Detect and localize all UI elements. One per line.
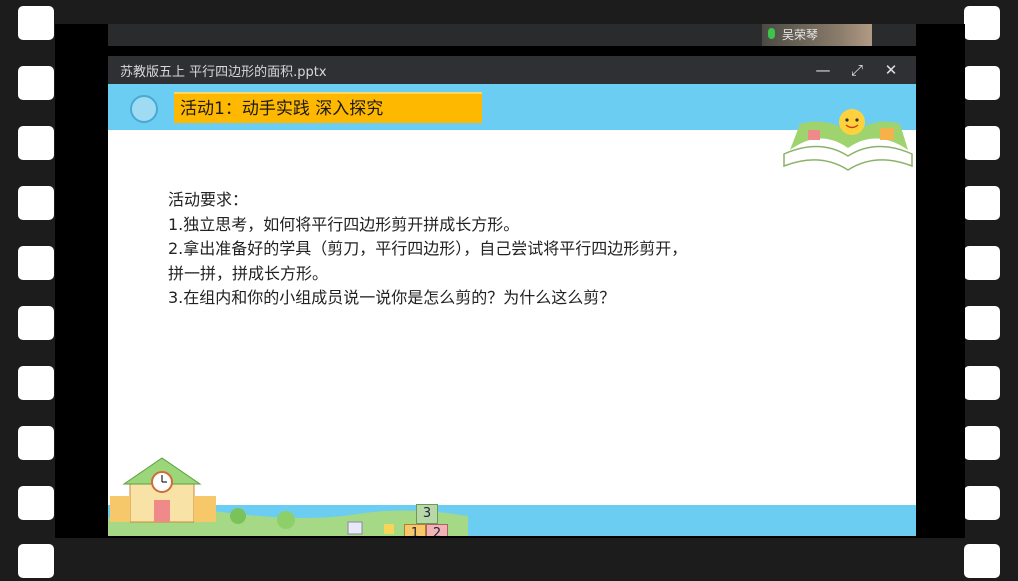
open-book-illustration	[783, 109, 913, 171]
requirement-item: 2.拿出准备好的学具（剪刀，平行四边形），自己尝试将平行四边形剪开，	[168, 239, 688, 258]
film-perforation	[964, 306, 1000, 340]
speaker-name: 吴荣琴	[782, 28, 819, 42]
film-perforation	[18, 186, 54, 220]
film-perforation	[964, 246, 1000, 280]
close-button[interactable]: ✕	[880, 59, 902, 81]
requirements-heading: 活动要求：	[168, 190, 249, 209]
minimize-button[interactable]: —	[812, 59, 834, 81]
film-perforation	[18, 486, 54, 520]
video-screen: 吴荣琴 苏教版五上 平行四边形的面积.pptx — ⤢ ✕ 活动1：动手实践 深…	[55, 24, 965, 538]
film-perforation	[964, 126, 1000, 160]
film-perforation	[18, 6, 54, 40]
requirement-item: 3.在组内和你的小组成员说一说你是怎么剪的？为什么这么剪？	[168, 288, 616, 307]
video-top-bar: 吴荣琴	[108, 24, 916, 46]
film-perforation	[964, 426, 1000, 460]
activity-requirements: 活动要求： 1.独立思考，如何将平行四边形剪开拼成长方形。 2.拿出准备好的学具…	[168, 188, 687, 311]
requirement-item: 拼一拼，拼成长方形。	[168, 263, 329, 283]
circle-icon	[130, 95, 158, 123]
film-perforation	[964, 366, 1000, 400]
presentation-slide: 活动1：动手实践 深入探究 活动要求： 1.独立思考，如何将平行四边形剪开拼成长…	[108, 84, 916, 536]
film-perforation	[18, 366, 54, 400]
activity-title: 活动1：动手实践 深入探究	[174, 92, 482, 123]
film-perforation	[18, 66, 54, 100]
film-perforation	[964, 186, 1000, 220]
window-titlebar: 苏教版五上 平行四边形的面积.pptx — ⤢ ✕	[108, 56, 916, 84]
speaker-label: 吴荣琴	[762, 24, 872, 46]
restore-button[interactable]: ⤢	[846, 59, 868, 81]
window-title: 苏教版五上 平行四边形的面积.pptx	[120, 65, 327, 80]
film-perforation	[964, 66, 1000, 100]
microphone-icon	[768, 28, 775, 39]
requirement-item: 1.独立思考，如何将平行四边形剪开拼成长方形。	[168, 214, 520, 234]
film-perforation	[18, 426, 54, 460]
number-block: 1	[404, 524, 426, 536]
film-perforation	[964, 544, 1000, 578]
film-perforation	[964, 486, 1000, 520]
number-block: 3	[416, 504, 438, 524]
number-block: 2	[426, 524, 448, 536]
film-perforation	[964, 6, 1000, 40]
film-perforation	[18, 246, 54, 280]
film-perforation	[18, 126, 54, 160]
film-perforation	[18, 306, 54, 340]
film-perforation	[18, 544, 54, 578]
